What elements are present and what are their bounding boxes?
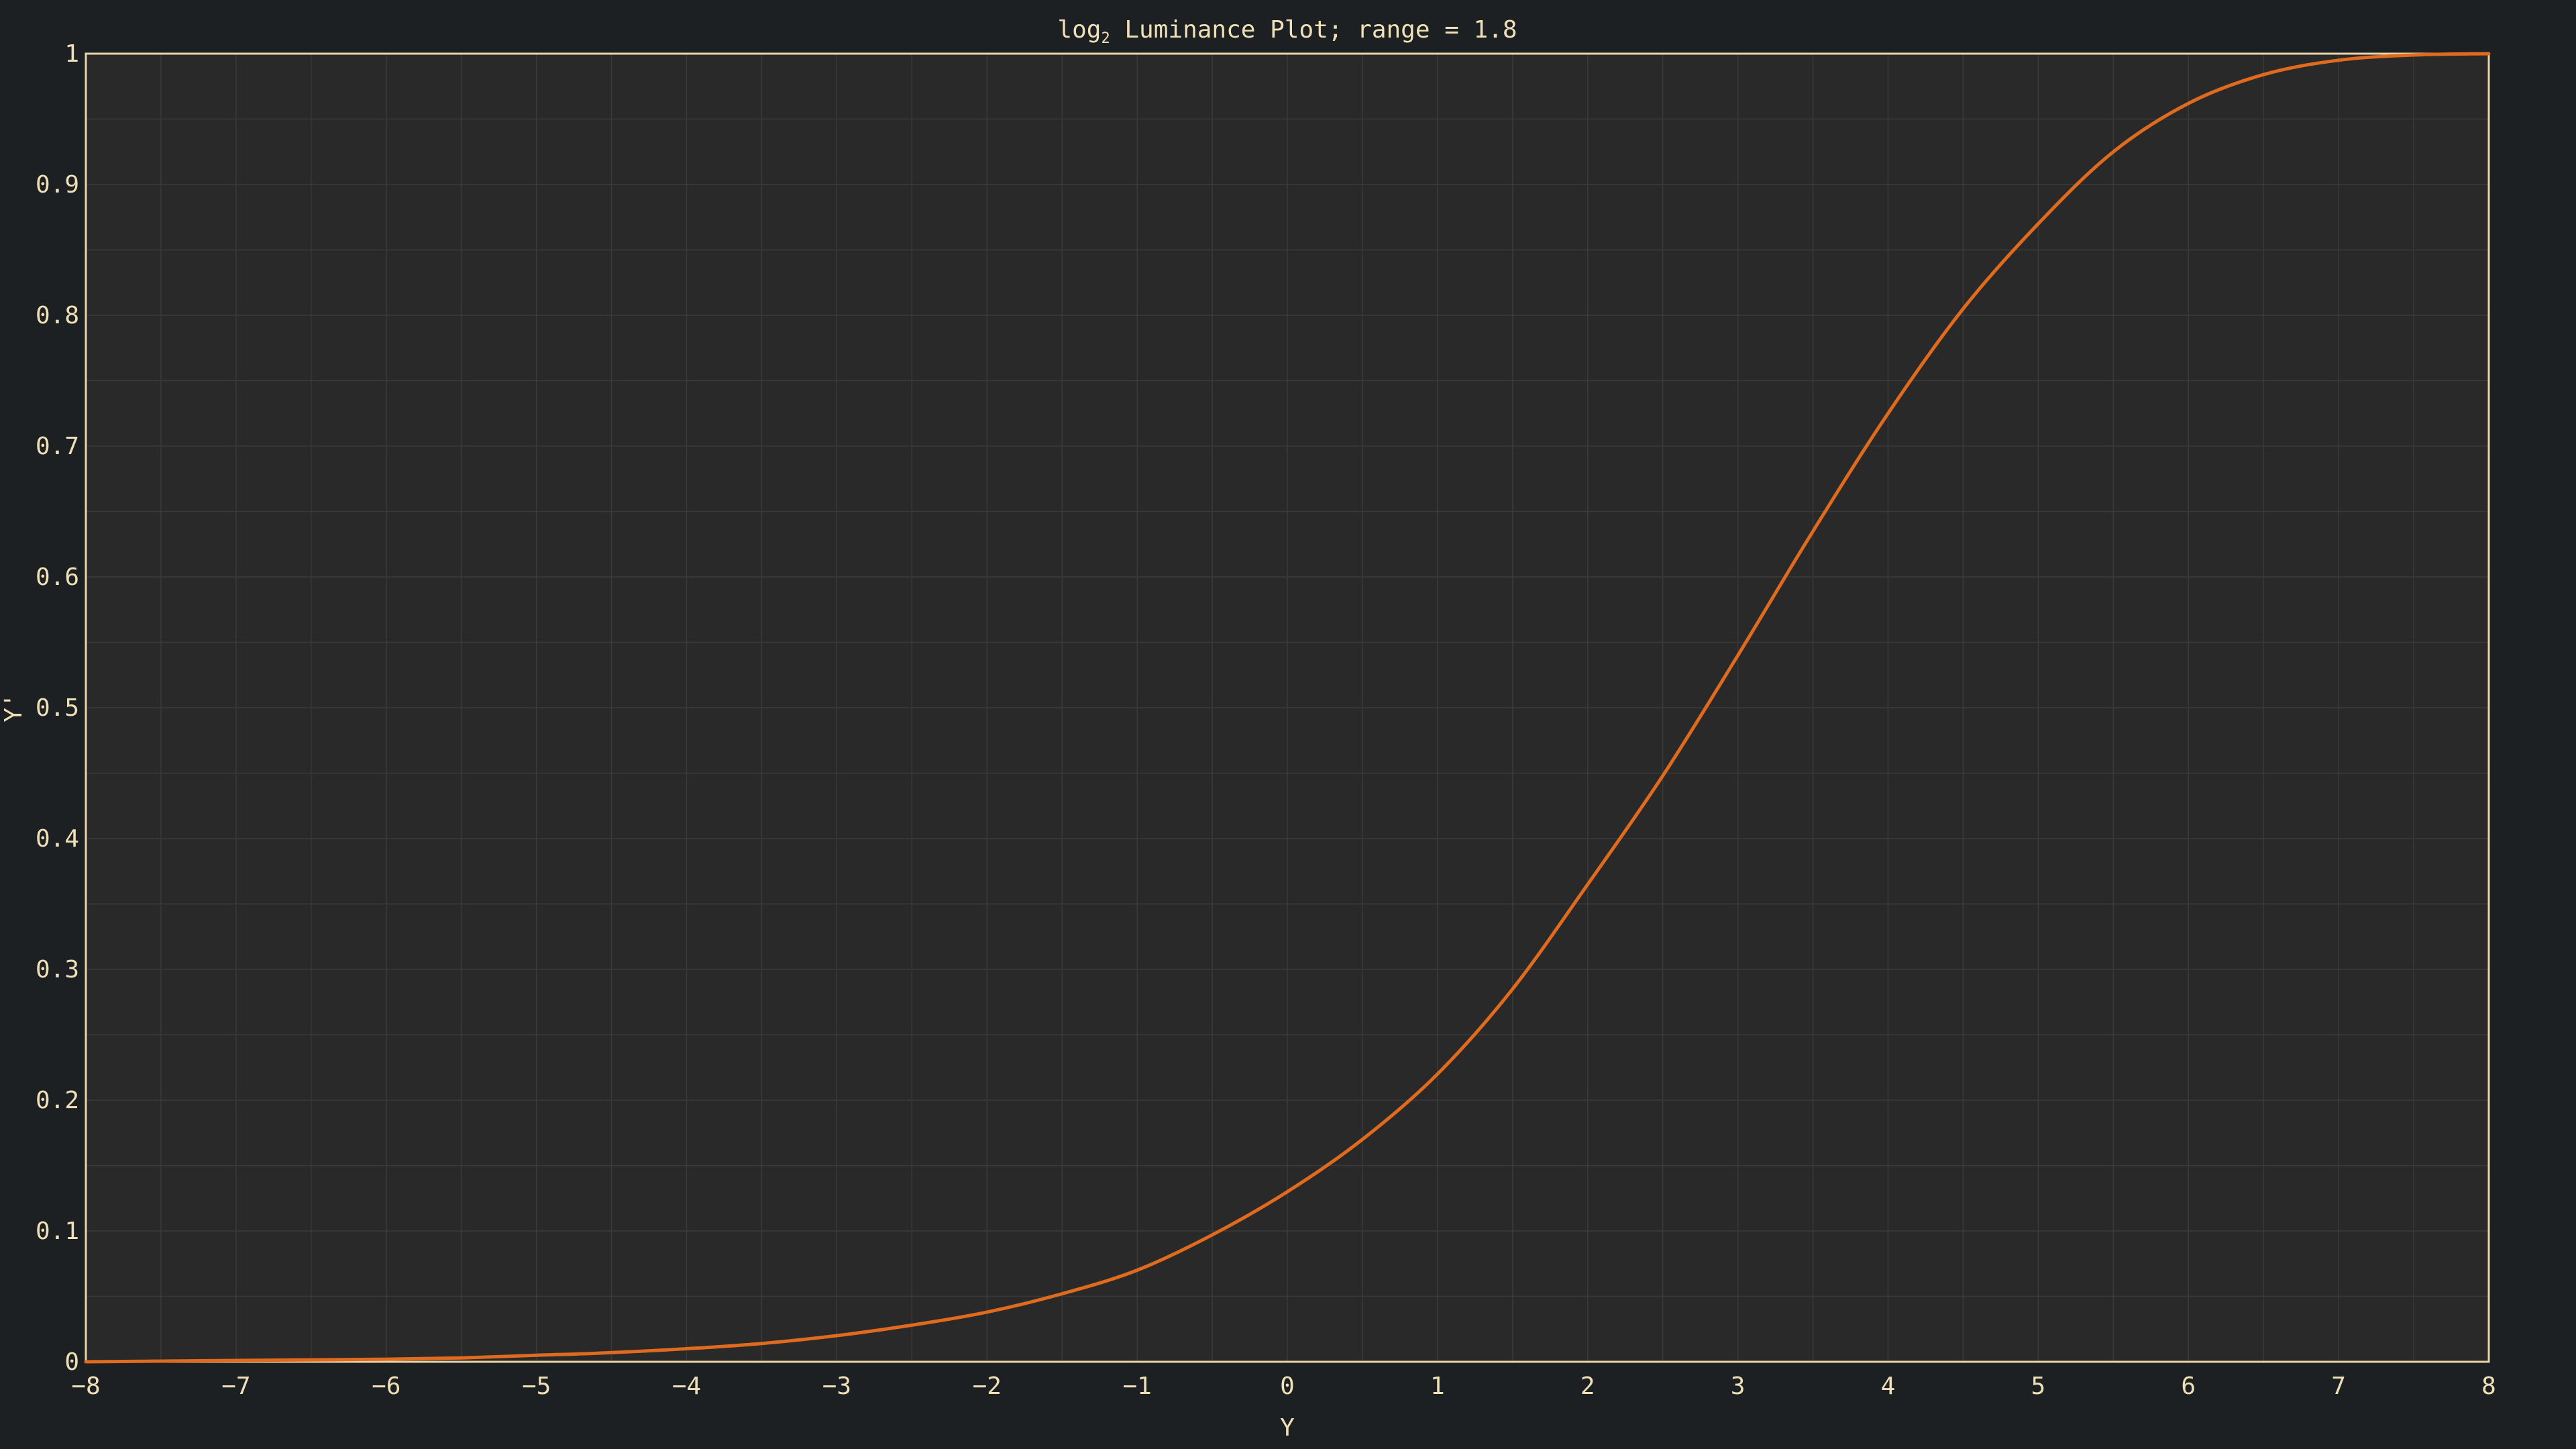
x-tick-label: −8 bbox=[71, 1373, 100, 1400]
y-tick-label: 1 bbox=[64, 40, 79, 68]
y-tick-label: 0.5 bbox=[36, 694, 79, 722]
chart-title: log2 Luminance Plot; range = 1.8 bbox=[1057, 16, 1517, 47]
x-tick-label: 3 bbox=[1731, 1373, 1746, 1400]
x-tick-label: −3 bbox=[822, 1373, 851, 1400]
x-tick-labels: −8 −7 −6 −5 −4 −3 −2 −1 0 1 2 3 4 5 6 7 8 bbox=[71, 1373, 2496, 1400]
y-tick-label: 0.9 bbox=[36, 171, 79, 199]
y-tick-label: 0.8 bbox=[36, 302, 79, 329]
x-tick-label: −1 bbox=[1122, 1373, 1151, 1400]
y-tick-labels: 0 0.1 0.2 0.3 0.4 0.5 0.6 0.7 0.8 0.9 1 bbox=[36, 40, 79, 1376]
x-axis-label: Y bbox=[1280, 1414, 1295, 1442]
x-tick-label: 5 bbox=[2031, 1373, 2046, 1400]
y-tick-label: 0.1 bbox=[36, 1218, 79, 1245]
y-axis-label: Y' bbox=[0, 693, 28, 722]
x-tick-label: 0 bbox=[1280, 1373, 1295, 1400]
luminance-chart: −8 −7 −6 −5 −4 −3 −2 −1 0 1 2 3 4 5 6 7 8 00.10.20.30.40… bbox=[0, 16, 2496, 1442]
x-tick-label: −7 bbox=[221, 1373, 250, 1400]
x-tick-label: 1 bbox=[1430, 1373, 1445, 1400]
chart-title-prefix: log bbox=[1057, 16, 1101, 44]
y-tick-label: 0.6 bbox=[36, 564, 79, 591]
x-tick-label: −6 bbox=[372, 1373, 400, 1400]
y-tick-label: 0.7 bbox=[36, 433, 79, 460]
x-tick-label: −2 bbox=[973, 1373, 1002, 1400]
chart-title-subscript: 2 bbox=[1101, 30, 1110, 47]
x-tick-label: −4 bbox=[672, 1373, 701, 1400]
x-tick-label: 6 bbox=[2181, 1373, 2196, 1400]
x-tick-label: 7 bbox=[2331, 1373, 2346, 1400]
x-tick-label: 4 bbox=[1881, 1373, 1896, 1400]
x-tick-label: 8 bbox=[2481, 1373, 2496, 1400]
y-tick-label: 0.3 bbox=[36, 956, 79, 983]
x-tick-label: −5 bbox=[522, 1373, 551, 1400]
y-tick-label: 0 bbox=[64, 1348, 79, 1376]
x-tick-label: 2 bbox=[1580, 1373, 1595, 1400]
grid-minor bbox=[85, 53, 2489, 1362]
y-tick-label: 0.4 bbox=[36, 825, 79, 853]
y-tick-label: 0.2 bbox=[36, 1087, 79, 1114]
chart-title-rest: Luminance Plot; range = 1.8 bbox=[1110, 16, 1517, 44]
